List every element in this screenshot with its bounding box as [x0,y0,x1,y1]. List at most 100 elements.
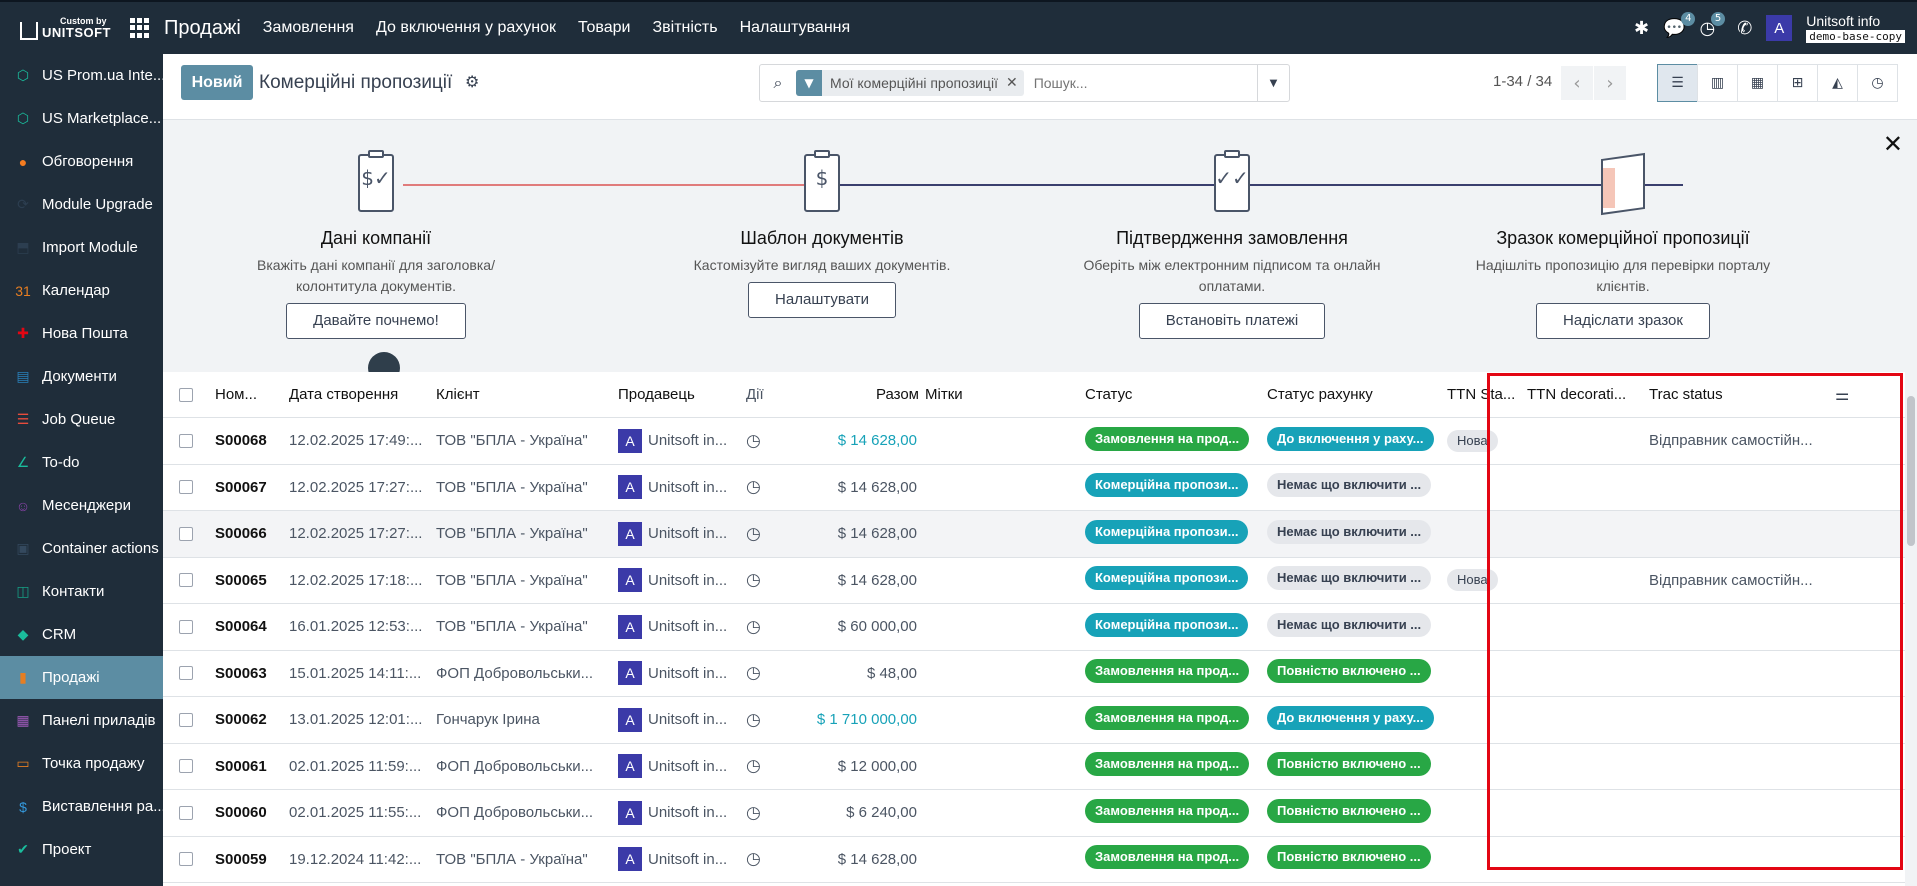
table-row[interactable]: S00059 19.12.2024 11:42:... ТОВ "БПЛА - Ук… [163,836,1917,883]
close-icon[interactable]: ✕ [1883,130,1903,158]
activity-clock-icon[interactable]: ◷ [746,570,798,590]
bug-icon[interactable]: ✱ [1634,18,1649,39]
set-payments-button[interactable]: Встановіть платежі [1138,303,1326,339]
remove-facet-icon[interactable]: ✕ [1006,70,1024,96]
header-status[interactable]: Статус [1085,386,1267,403]
graph-view-icon[interactable]: ◭ [1817,64,1858,102]
header-actions[interactable]: Дії [746,386,798,403]
sidebar-item-label: Проект [42,841,92,858]
row-checkbox[interactable] [163,480,215,495]
activity-clock-icon[interactable]: ◷ [746,710,798,730]
send-sample-button[interactable]: Надіслати зразок [1536,303,1710,339]
table-row[interactable]: S00066 12.02.2025 17:27:... ТОВ "БПЛА - Ук… [163,511,1917,558]
select-all-checkbox[interactable] [163,387,215,402]
table-row[interactable]: S00062 13.01.2025 12:01:... Гончарук Ірина… [163,697,1917,744]
activity-clock-icon[interactable]: ◷ [746,803,798,823]
header-total[interactable]: Разом [798,386,925,403]
app-title[interactable]: Продажі [164,17,241,40]
row-checkbox[interactable] [163,712,215,727]
row-checkbox[interactable] [163,526,215,541]
pager-next-icon[interactable]: › [1594,66,1626,100]
activity-clock-icon[interactable]: ◷ [746,617,798,637]
table-row[interactable]: S00063 15.01.2025 14:11:... ФОП Добровольс… [163,650,1917,697]
apps-menu-icon[interactable] [130,18,150,38]
table-row[interactable]: S00068 12.02.2025 17:49:... ТОВ "БПЛА - Ук… [163,418,1917,465]
row-checkbox[interactable] [163,573,215,588]
row-checkbox[interactable] [163,852,215,867]
header-number[interactable]: Ном... [215,386,289,403]
sidebar-item[interactable]: ✚ Нова Пошта [0,312,163,355]
search-input[interactable] [1033,75,1264,91]
sidebar-item[interactable]: ◆ CRM [0,613,163,656]
column-options-icon[interactable]: ⚌ [1835,385,1849,405]
lets-start-button[interactable]: Давайте почнемо! [286,303,466,339]
sidebar-item[interactable]: ⟳ Module Upgrade [0,183,163,226]
menu-products[interactable]: Товари [578,19,630,37]
kanban-view-icon[interactable]: ▥ [1697,64,1738,102]
sidebar-item[interactable]: ◫ Контакти [0,570,163,613]
menu-reporting[interactable]: Звітність [652,19,717,37]
pager-previous-icon[interactable]: ‹ [1561,66,1593,100]
pivot-view-icon[interactable]: ⊞ [1777,64,1818,102]
activity-clock-icon[interactable]: ◷ [746,663,798,683]
activity-clock-icon[interactable]: ◷ [746,756,798,776]
menu-configuration[interactable]: Налаштування [740,19,851,37]
user-menu[interactable]: Unitsoft info demo-base-copy [1806,14,1905,43]
search-icon[interactable]: ⌕ [760,73,796,93]
table-row[interactable]: S00067 12.02.2025 17:27:... ТОВ "БПЛА - Ук… [163,464,1917,511]
activity-clock-icon[interactable]: ◷ [746,431,798,451]
sidebar-item[interactable]: ▮ Продажі [0,656,163,699]
calendar-view-icon[interactable]: ▦ [1737,64,1778,102]
user-avatar[interactable]: A [1766,15,1793,41]
menu-to-invoice[interactable]: До включення у рахунок [376,19,556,37]
activity-clock-icon[interactable]: ◷ [746,524,798,544]
header-tags[interactable]: Мітки [925,386,1085,403]
sidebar-item[interactable]: 31 Календар [0,269,163,312]
pager-value[interactable]: 1-34 / 34 [1493,73,1552,90]
sidebar-item[interactable]: ⬒ Import Module [0,226,163,269]
messages-icon[interactable]: 💬 4 [1663,11,1696,39]
activity-clock-icon[interactable]: ◷ [746,477,798,497]
sidebar-item[interactable]: ▤ Документи [0,355,163,398]
menu-orders[interactable]: Замовлення [263,19,354,37]
header-seller[interactable]: Продавець [618,386,746,403]
row-checkbox[interactable] [163,619,215,634]
new-button[interactable]: Новий [181,65,253,100]
header-ttn-status[interactable]: TTN Sta... [1447,386,1527,403]
phone-icon[interactable]: ✆ [1737,18,1752,39]
activity-clock-icon[interactable]: ◷ [746,849,798,869]
row-checkbox[interactable] [163,433,215,448]
row-checkbox[interactable] [163,666,215,681]
header-trac-status[interactable]: Trac status [1649,386,1835,403]
gear-icon[interactable]: ⚙ [465,72,479,91]
sidebar-item[interactable]: ▭ Точка продажу [0,742,163,785]
table-row[interactable]: S00061 02.01.2025 11:59:... ФОП Добровольс… [163,743,1917,790]
sidebar-item[interactable]: ◔Табелі [0,871,163,886]
table-row[interactable]: S00060 02.01.2025 11:55:... ФОП Добровольс… [163,790,1917,837]
sidebar-item[interactable]: ∠ To-do [0,441,163,484]
header-client[interactable]: Клієнт [436,386,618,403]
sidebar-item[interactable]: ✔ Проект [0,828,163,871]
row-checkbox[interactable] [163,805,215,820]
vertical-scrollbar[interactable] [1905,372,1917,886]
brand-logo[interactable]: Custom by UNITSOFT [0,2,112,54]
customize-button[interactable]: Налаштувати [748,282,896,318]
sidebar-item[interactable]: ▣ Container actions [0,527,163,570]
sidebar-item[interactable]: ☰ Job Queue [0,398,163,441]
header-ttn-decoration[interactable]: TTN decorati... [1527,386,1649,403]
sidebar-item[interactable]: ● Обговорення [0,140,163,183]
search-options-toggle[interactable]: ▼ [1257,65,1289,101]
activity-view-icon[interactable]: ◷ [1857,64,1898,102]
header-invoice-status[interactable]: Статус рахунку [1267,386,1447,403]
sidebar-item[interactable]: ▦ Панелі приладів [0,699,163,742]
table-row[interactable]: S00064 16.01.2025 12:53:... ТОВ "БПЛА - Ук… [163,604,1917,651]
activities-icon[interactable]: ◷ 5 [1699,11,1726,39]
list-view-icon[interactable]: ☰ [1657,64,1698,102]
header-date[interactable]: Дата створення [289,386,436,403]
sidebar-item[interactable]: ⬡ US Marketplace... [0,97,163,140]
sidebar-item[interactable]: $ Виставлення ра... [0,785,163,828]
sidebar-item[interactable]: ⬡ US Prom.ua Inte... [0,54,163,97]
table-row[interactable]: S00065 12.02.2025 17:18:... ТОВ "БПЛА - Ук… [163,557,1917,604]
sidebar-item[interactable]: ☺ Месенджери [0,484,163,527]
row-checkbox[interactable] [163,759,215,774]
